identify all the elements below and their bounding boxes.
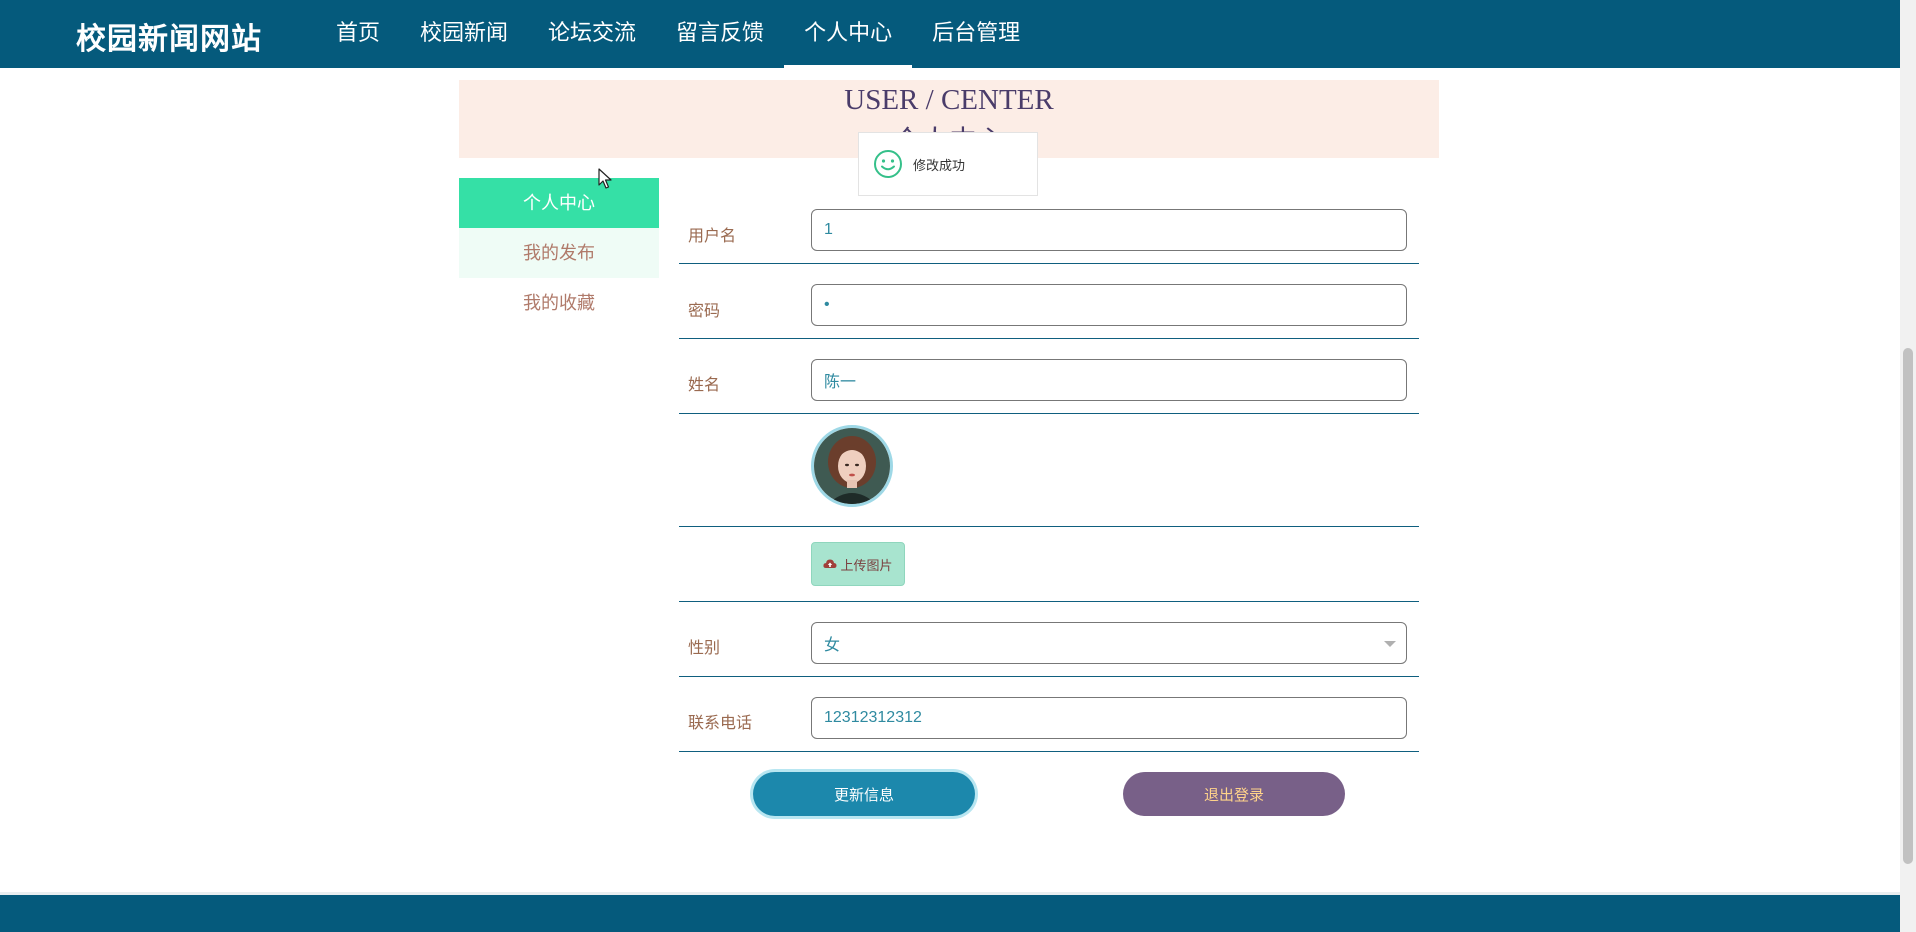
gender-label: 性别 [688, 640, 721, 657]
avatar [811, 425, 893, 507]
phone-value: 12312312312 [824, 709, 922, 726]
password-row: 密码 • [679, 263, 1419, 339]
name-row: 姓名 陈一 [679, 338, 1419, 414]
name-value: 陈一 [824, 374, 857, 391]
toast-message: 修改成功 [913, 157, 966, 173]
upload-image-button[interactable]: 上传图片 [811, 542, 905, 586]
gender-row: 性别 女 [679, 601, 1419, 677]
phone-row: 联系电话 12312312312 [679, 676, 1419, 752]
username-value: 1 [824, 221, 833, 238]
smile-icon [874, 150, 902, 178]
cloud-upload-icon [823, 559, 837, 568]
page: 校园新闻网站 首页 校园新闻 论坛交流 留言反馈 个人中心 后台管理 USER … [0, 0, 1916, 932]
sidebar-item-user-center[interactable]: 个人中心 [459, 178, 659, 228]
user-sidebar: 个人中心 我的发布 我的收藏 [459, 178, 659, 328]
username-input[interactable]: 1 [811, 209, 1407, 251]
gender-select[interactable]: 女 [811, 622, 1407, 664]
upload-row: 上传图片 [679, 526, 1419, 602]
sidebar-item-my-favorites[interactable]: 我的收藏 [459, 278, 659, 328]
success-toast: 修改成功 [858, 132, 1038, 196]
nav-item-home[interactable]: 首页 [316, 0, 400, 68]
mouse-cursor-icon [598, 168, 612, 189]
nav-item-forum[interactable]: 论坛交流 [528, 0, 656, 68]
site-brand[interactable]: 校园新闻网站 [76, 14, 262, 58]
page-footer [0, 892, 1900, 932]
banner-title-en: USER / CENTER [844, 84, 1054, 116]
phone-input[interactable]: 12312312312 [811, 697, 1407, 739]
top-navbar: 校园新闻网站 首页 校园新闻 论坛交流 留言反馈 个人中心 后台管理 [0, 0, 1900, 68]
nav-item-campus-news[interactable]: 校园新闻 [400, 0, 528, 68]
nav-item-user-center[interactable]: 个人中心 [784, 0, 913, 68]
username-row: 用户名 1 [679, 200, 1419, 264]
logout-button[interactable]: 退出登录 [1123, 772, 1345, 816]
nav-item-feedback[interactable]: 留言反馈 [656, 0, 784, 68]
avatar-row [679, 413, 1419, 527]
password-input[interactable]: • [811, 284, 1407, 326]
scrollbar[interactable] [1900, 0, 1916, 932]
nav-item-admin[interactable]: 后台管理 [912, 0, 1040, 68]
main-nav: 首页 校园新闻 论坛交流 留言反馈 个人中心 后台管理 [316, 0, 1040, 68]
phone-label: 联系电话 [688, 715, 753, 732]
sidebar-item-my-posts[interactable]: 我的发布 [459, 228, 659, 278]
password-value: • [824, 296, 830, 313]
update-info-button[interactable]: 更新信息 [753, 772, 975, 816]
scrollbar-thumb[interactable] [1903, 348, 1913, 864]
avatar-photo [814, 428, 890, 504]
name-input[interactable]: 陈一 [811, 359, 1407, 401]
gender-value: 女 [824, 637, 841, 654]
username-label: 用户名 [688, 228, 737, 245]
upload-image-label: 上传图片 [840, 557, 893, 573]
name-label: 姓名 [688, 377, 721, 394]
password-label: 密码 [688, 303, 721, 320]
chevron-down-icon [1384, 641, 1396, 647]
